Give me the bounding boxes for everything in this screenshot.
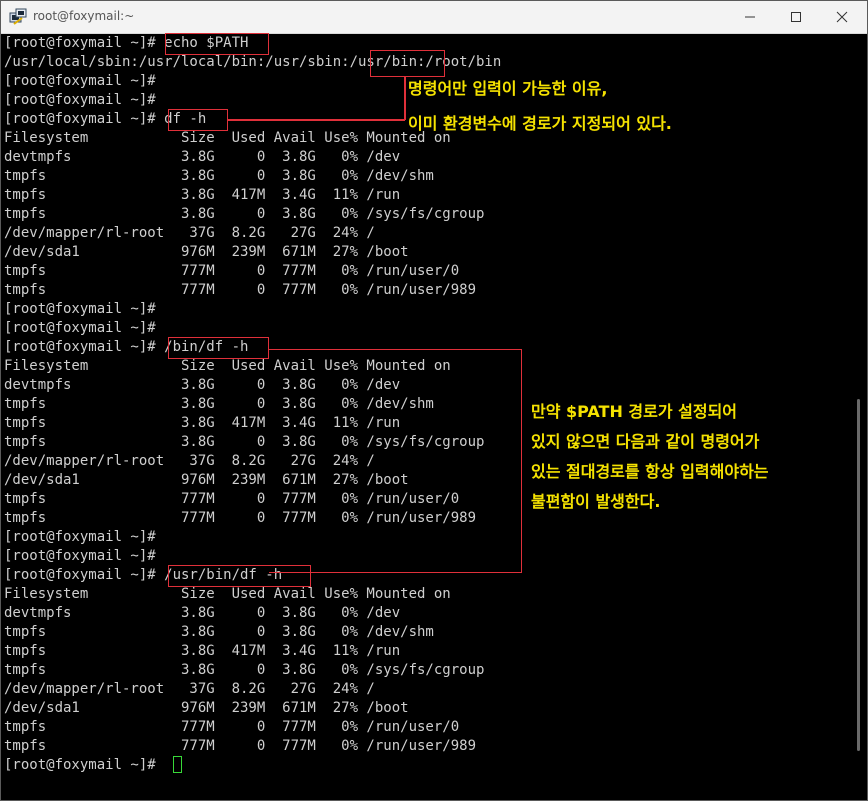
terminal-line: tmpfs 3.8G 0 3.8G 0% /dev/shm	[4, 168, 434, 184]
terminal-line: tmpfs 3.8G 0 3.8G 0% /dev/shm	[4, 624, 434, 640]
terminal-line: tmpfs 3.8G 417M 3.4G 11% /run	[4, 415, 401, 431]
terminal-line: /usr/local/sbin:/usr/local/bin:/usr/sbin…	[4, 54, 502, 70]
annotation-path-reason: 명령어만 입력이 가능한 이유, 이미 환경변수에 경로가 지정되어 있다.	[408, 74, 672, 139]
terminal-line: devtmpfs 3.8G 0 3.8G 0% /dev	[4, 377, 401, 393]
terminal-line: tmpfs 3.8G 0 3.8G 0% /dev/shm	[4, 396, 434, 412]
terminal-line: devtmpfs 3.8G 0 3.8G 0% /dev	[4, 605, 401, 621]
terminal-line: Filesystem Size Used Avail Use% Mounted …	[4, 586, 451, 602]
annotation-line: 불편함이 발생한다.	[531, 492, 661, 511]
maximize-icon	[791, 12, 801, 22]
terminal-line: tmpfs 3.8G 0 3.8G 0% /sys/fs/cgroup	[4, 662, 485, 678]
close-button[interactable]	[819, 1, 865, 33]
terminal-line: /dev/mapper/rl-root 37G 8.2G 27G 24% /	[4, 225, 375, 241]
terminal-line: /dev/sda1 976M 239M 671M 27% /boot	[4, 700, 409, 716]
minimize-button[interactable]	[727, 1, 773, 33]
annotation-line: 있지 않으면 다음과 같이 명령어가	[531, 432, 760, 451]
terminal-line: [root@foxymail ~]#	[4, 320, 156, 336]
maximize-button[interactable]	[773, 1, 819, 33]
putty-icon	[9, 8, 27, 25]
terminal-line: tmpfs 777M 0 777M 0% /run/user/0	[4, 719, 460, 735]
terminal-line: [root@foxymail ~]# echo $PATH	[4, 35, 249, 51]
terminal-line: [root@foxymail ~]#	[4, 529, 156, 545]
terminal-line: tmpfs 3.8G 417M 3.4G 11% /run	[4, 187, 401, 203]
terminal-line: tmpfs 777M 0 777M 0% /run/user/989	[4, 738, 477, 754]
annotation-line: 이미 환경변수에 경로가 지정되어 있다.	[408, 114, 672, 133]
annotation-line: 만약 $PATH 경로가 설정되어	[531, 402, 738, 421]
terminal-line: tmpfs 777M 0 777M 0% /run/user/989	[4, 282, 477, 298]
terminal-line: /dev/mapper/rl-root 37G 8.2G 27G 24% /	[4, 681, 375, 697]
annotation-line: 명령어만 입력이 가능한 이유,	[408, 79, 608, 98]
terminal-line: /dev/sda1 976M 239M 671M 27% /boot	[4, 244, 409, 260]
terminal-line: /dev/sda1 976M 239M 671M 27% /boot	[4, 472, 409, 488]
annotation-absolute-path: 만약 $PATH 경로가 설정되어 있지 않으면 다음과 같이 명령어가 있는 …	[531, 397, 769, 517]
terminal-window: root@foxymail:~ [root@foxymail ~]# echo …	[0, 0, 868, 801]
annotation-line: 있는 절대경로를 항상 입력해야하는	[531, 462, 769, 481]
terminal-line: tmpfs 3.8G 417M 3.4G 11% /run	[4, 643, 401, 659]
close-icon	[836, 11, 848, 23]
terminal-line: tmpfs 777M 0 777M 0% /run/user/989	[4, 510, 477, 526]
window-title: root@foxymail:~	[33, 9, 135, 23]
terminal-line: [root@foxymail ~]# /bin/df -h	[4, 339, 249, 355]
minimize-icon	[745, 16, 755, 18]
title-bar[interactable]: root@foxymail:~	[1, 1, 867, 34]
terminal-cursor	[173, 756, 182, 773]
terminal-line: Filesystem Size Used Avail Use% Mounted …	[4, 358, 451, 374]
scrollbar-thumb[interactable]	[857, 399, 860, 751]
terminal-line: [root@foxymail ~]#	[4, 548, 156, 564]
terminal-line: tmpfs 3.8G 0 3.8G 0% /sys/fs/cgroup	[4, 434, 485, 450]
terminal-line: [root@foxymail ~]#	[4, 301, 156, 317]
terminal-line: tmpfs 777M 0 777M 0% /run/user/0	[4, 491, 460, 507]
terminal-line: [root@foxymail ~]#	[4, 757, 156, 773]
terminal-line: /dev/mapper/rl-root 37G 8.2G 27G 24% /	[4, 453, 375, 469]
terminal-line: tmpfs 3.8G 0 3.8G 0% /sys/fs/cgroup	[4, 206, 485, 222]
terminal-line: [root@foxymail ~]# /usr/bin/df -h	[4, 567, 283, 583]
terminal-lines: [root@foxymail ~]# echo $PATH/usr/local/…	[4, 34, 501, 775]
terminal-line: devtmpfs 3.8G 0 3.8G 0% /dev	[4, 149, 401, 165]
terminal-line: tmpfs 777M 0 777M 0% /run/user/0	[4, 263, 460, 279]
